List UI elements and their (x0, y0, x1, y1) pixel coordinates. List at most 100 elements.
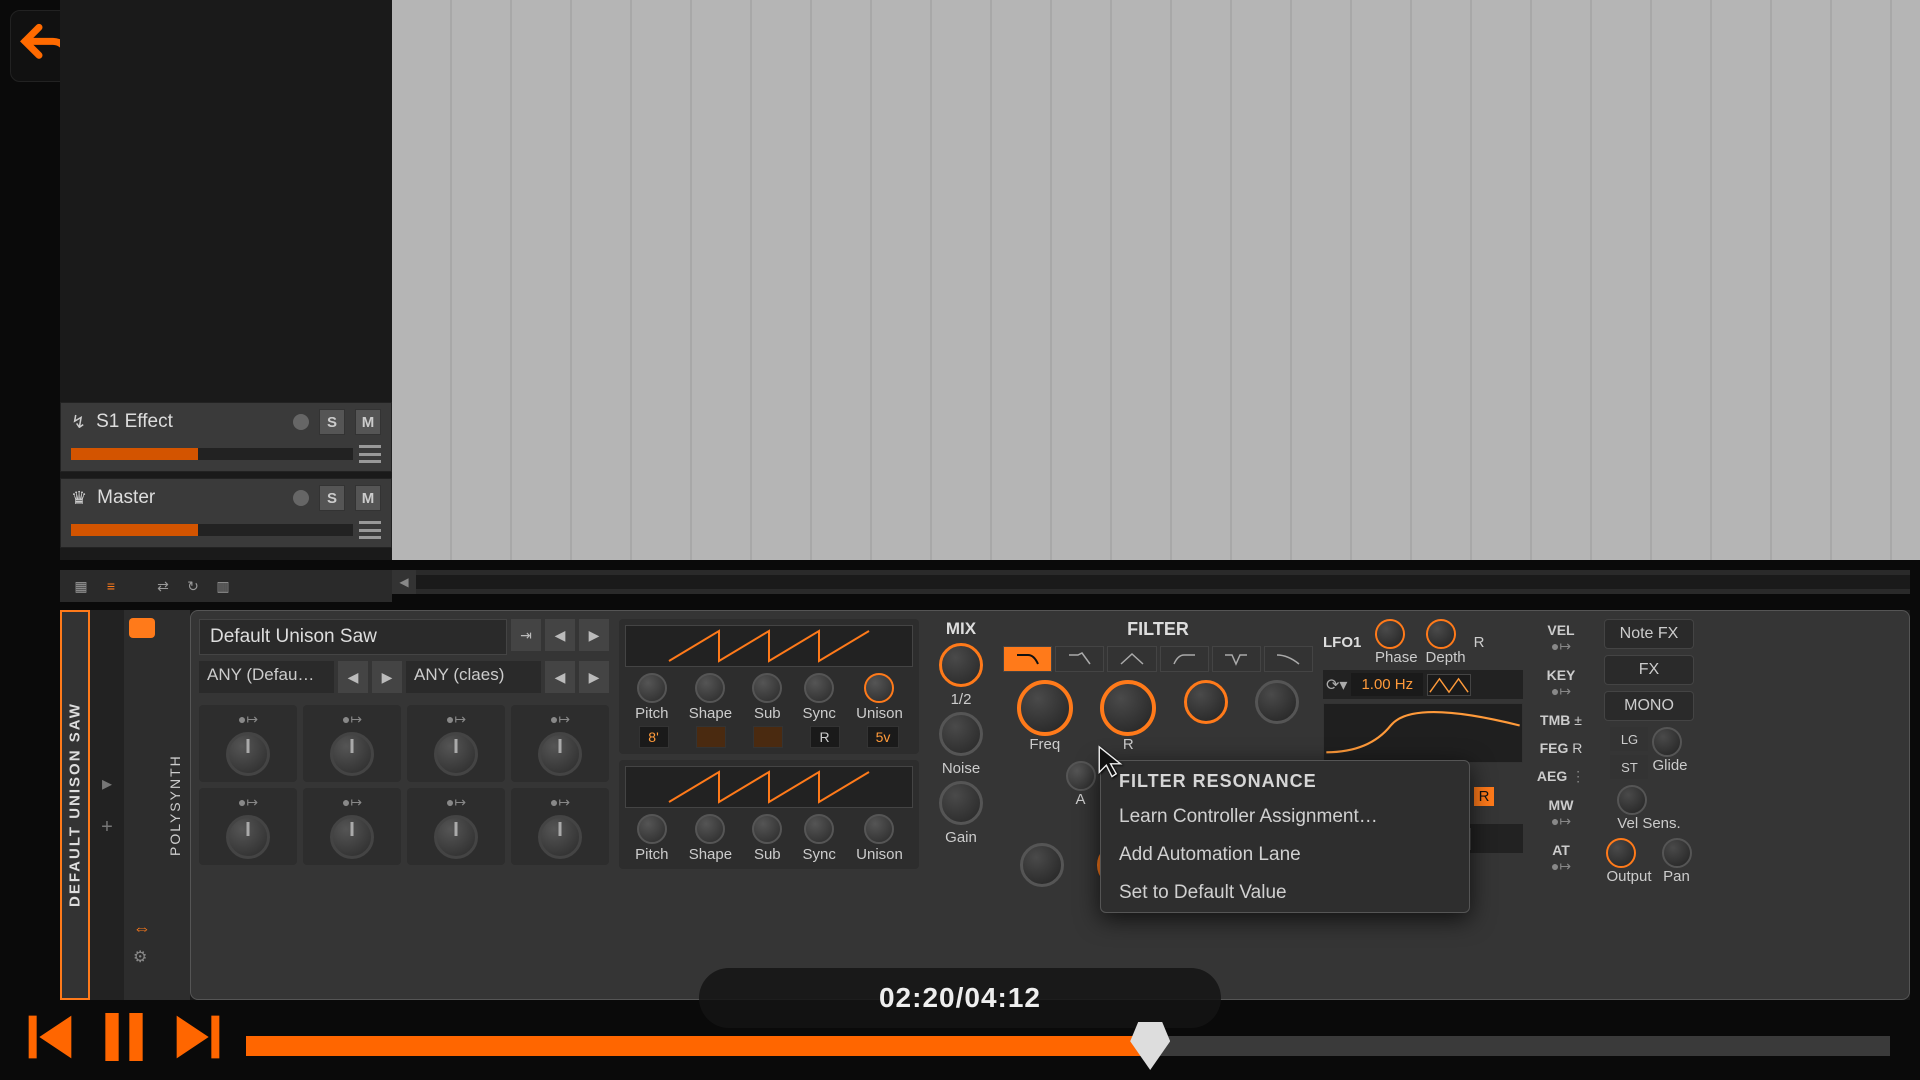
mix-noise-knob[interactable] (939, 712, 983, 756)
settings-icon[interactable]: ⚙ (133, 947, 151, 967)
macro-knob-8[interactable]: ●↦ (511, 788, 609, 865)
preset-pin-icon[interactable]: ⇥ (511, 619, 541, 651)
menu-learn-controller[interactable]: Learn Controller Assignment… (1101, 798, 1469, 836)
track-s1-effect[interactable]: ↯ S1 Effect S M (60, 402, 392, 472)
track-name[interactable]: Master (97, 487, 283, 509)
filter-type-notch[interactable] (1212, 646, 1261, 672)
arranger-grid[interactable] (392, 0, 1920, 560)
preset-tag-1[interactable]: ANY (Defau… (199, 661, 334, 693)
filter-type-low[interactable] (1264, 646, 1313, 672)
lfo1-sync-icon[interactable]: ⟳▾ (1326, 675, 1347, 695)
volume-fader[interactable] (71, 524, 353, 536)
macro-knob-5[interactable]: ●↦ (199, 788, 297, 865)
filter-type-lp2[interactable] (1055, 646, 1104, 672)
tag2-next[interactable]: ▶ (579, 661, 609, 693)
track-menu-icon[interactable] (359, 521, 381, 539)
mix-gain-knob[interactable] (939, 781, 983, 825)
prev-button[interactable] (18, 1005, 82, 1074)
vel-sens-knob[interactable] (1617, 785, 1647, 815)
amp-a-knob[interactable] (1020, 843, 1064, 887)
osc1-unison-knob[interactable] (864, 673, 894, 703)
lfo1-r-button[interactable]: R (1474, 634, 1485, 651)
osc1-sub-knob[interactable] (752, 673, 782, 703)
solo-button[interactable]: S (319, 485, 345, 511)
filter-fm-knob[interactable] (1255, 680, 1299, 724)
filter-freq-knob[interactable] (1017, 680, 1073, 736)
track-master[interactable]: ♛ Master S M (60, 478, 392, 548)
macro-knob-2[interactable]: ●↦ (303, 705, 401, 782)
menu-default-value[interactable]: Set to Default Value (1101, 874, 1469, 912)
pan-knob[interactable] (1662, 838, 1692, 868)
tag2-prev[interactable]: ◀ (545, 661, 575, 693)
fx-button[interactable]: FX (1604, 655, 1694, 685)
macro-knob-6[interactable]: ●↦ (303, 788, 401, 865)
lfo1-depth-knob[interactable] (1426, 619, 1456, 649)
mix-1-2-knob[interactable] (939, 643, 983, 687)
osc1-shape-value[interactable] (696, 726, 726, 748)
glide-knob[interactable] (1652, 727, 1682, 757)
filter-type-bp[interactable] (1107, 646, 1156, 672)
remote-controls-icon[interactable]: ⇔ (133, 918, 151, 939)
device-tab[interactable]: DEFAULT UNISON SAW (60, 610, 90, 1000)
record-arm-dot[interactable] (293, 490, 309, 506)
osc1-sub-value[interactable] (753, 726, 783, 748)
osc1-unison-value[interactable]: 5v (867, 726, 900, 748)
scroll-left-icon[interactable]: ◀ (392, 570, 416, 594)
osc1-waveform[interactable] (625, 625, 913, 667)
macro-knob-3[interactable]: ●↦ (407, 705, 505, 782)
osc2-waveform[interactable] (625, 766, 913, 808)
macro-knob-7[interactable]: ●↦ (407, 788, 505, 865)
osc1-shape-knob[interactable] (695, 673, 725, 703)
st-button[interactable]: ST (1610, 755, 1648, 779)
filter-drive-knob[interactable] (1184, 680, 1228, 724)
track-menu-icon[interactable] (359, 445, 381, 463)
add-device-icon[interactable]: + (101, 816, 113, 839)
osc2-sub-knob[interactable] (752, 814, 782, 844)
preset-name[interactable]: Default Unison Saw (199, 619, 507, 655)
pause-button[interactable] (92, 1005, 156, 1074)
view-list-icon[interactable]: ≡ (100, 577, 122, 595)
expand-icon[interactable]: ▸ (102, 771, 112, 796)
tool-icon[interactable]: ⇄ (152, 577, 174, 595)
osc1-pitch-value[interactable]: 8' (639, 726, 669, 748)
tag1-next[interactable]: ▶ (372, 661, 402, 693)
osc2-unison-knob[interactable] (864, 814, 894, 844)
output-knob[interactable] (1606, 838, 1636, 868)
tool-layout-icon[interactable]: ▥ (212, 577, 234, 595)
menu-add-automation[interactable]: Add Automation Lane (1101, 836, 1469, 874)
view-grid-icon[interactable]: ▦ (70, 577, 92, 595)
osc2-shape-knob[interactable] (695, 814, 725, 844)
preset-prev-button[interactable]: ◀ (545, 619, 575, 651)
plfo-r-button[interactable]: R (1474, 787, 1495, 806)
lfo1-rate[interactable]: 1.00 Hz (1351, 673, 1423, 696)
horizontal-scrollbar[interactable]: ◀ (392, 570, 1910, 594)
osc2-pitch-knob[interactable] (637, 814, 667, 844)
osc1-pitch-knob[interactable] (637, 673, 667, 703)
progress-thumb[interactable] (1130, 1022, 1170, 1070)
tag1-prev[interactable]: ◀ (338, 661, 368, 693)
lg-button[interactable]: LG (1610, 727, 1648, 751)
osc1-sync-knob[interactable] (804, 673, 834, 703)
mute-button[interactable]: M (355, 485, 381, 511)
device-icon[interactable] (129, 618, 155, 638)
macro-knob-4[interactable]: ●↦ (511, 705, 609, 782)
volume-fader[interactable] (71, 448, 353, 460)
lfo1-wave-select[interactable] (1427, 674, 1471, 696)
osc2-sync-knob[interactable] (804, 814, 834, 844)
lfo1-phase-knob[interactable] (1375, 619, 1405, 649)
mono-button[interactable]: MONO (1604, 691, 1694, 721)
tool-loop-icon[interactable]: ↻ (182, 577, 204, 595)
note-fx-button[interactable]: Note FX (1604, 619, 1694, 649)
progress-bar[interactable] (246, 1036, 1890, 1056)
next-button[interactable] (166, 1005, 230, 1074)
record-arm-dot[interactable] (293, 414, 309, 430)
solo-button[interactable]: S (319, 409, 345, 435)
track-name[interactable]: S1 Effect (96, 411, 283, 433)
mute-button[interactable]: M (355, 409, 381, 435)
preset-next-button[interactable]: ▶ (579, 619, 609, 651)
macro-knob-1[interactable]: ●↦ (199, 705, 297, 782)
filter-env-a-knob[interactable] (1066, 761, 1096, 791)
filter-type-lp[interactable] (1003, 646, 1052, 672)
preset-tag-2[interactable]: ANY (claes) (406, 661, 541, 693)
filter-type-hp[interactable] (1160, 646, 1209, 672)
